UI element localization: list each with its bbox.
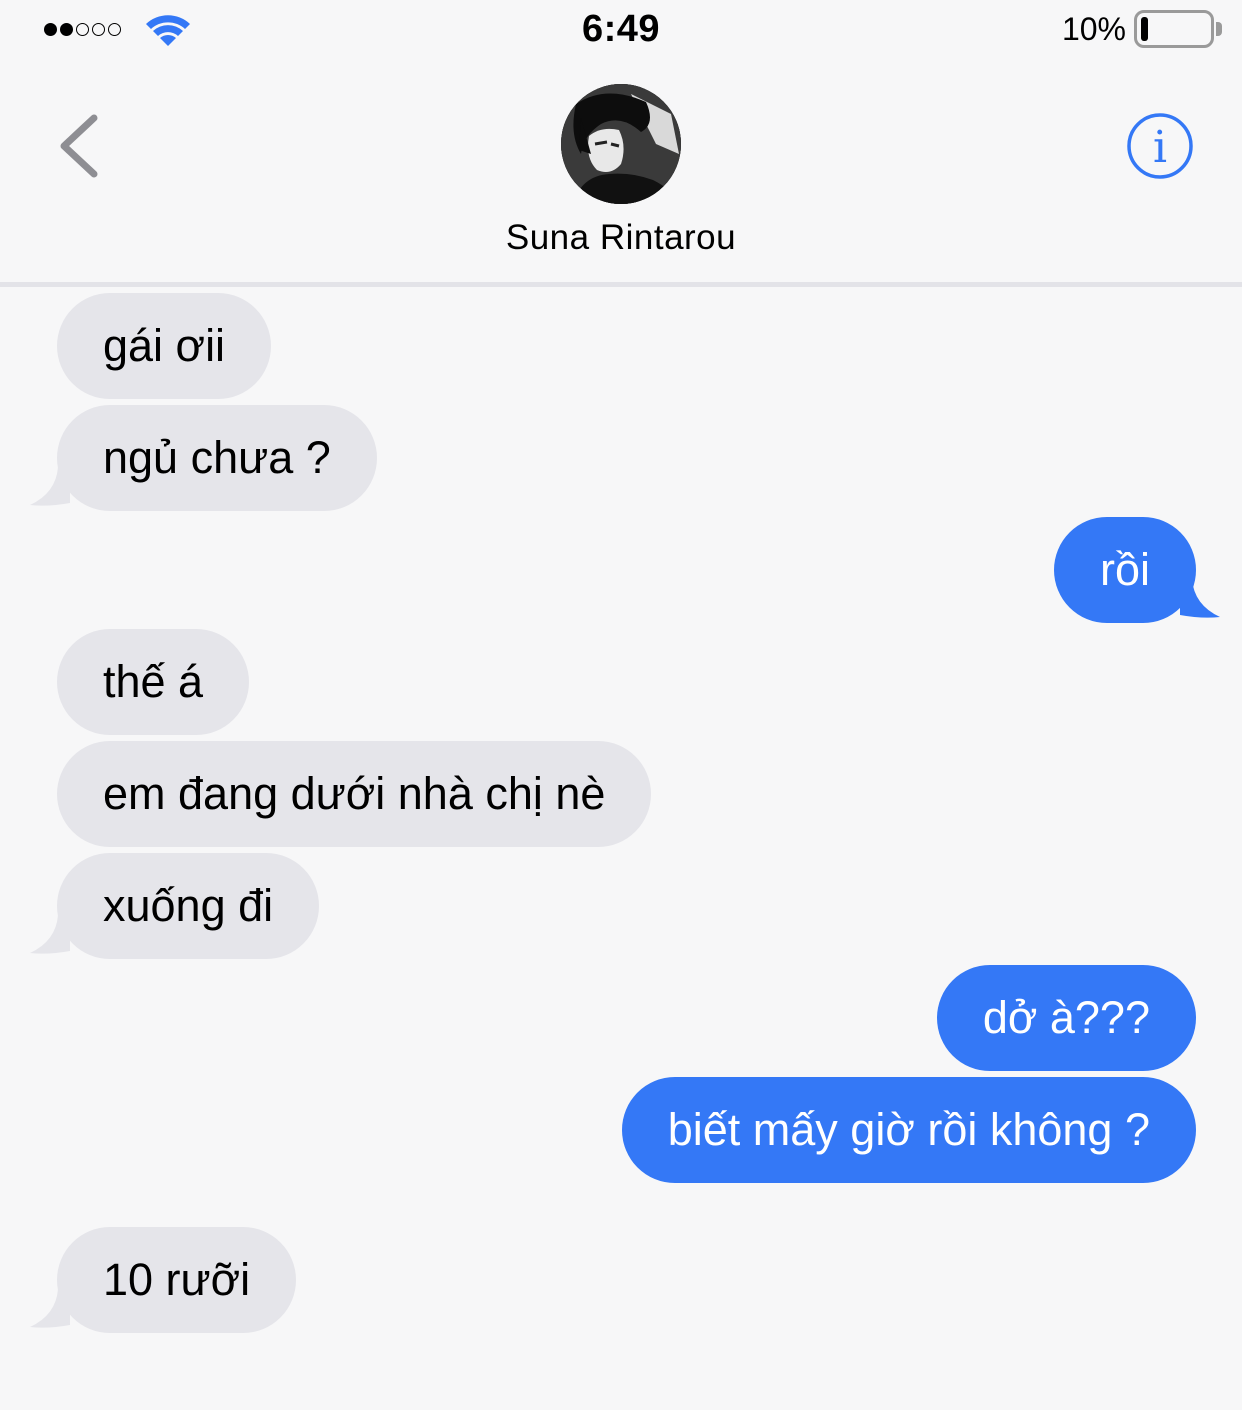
message-text: 10 rưỡi	[103, 1254, 251, 1305]
avatar-portrait-image	[561, 84, 681, 204]
outgoing-bubble-tail	[1180, 579, 1220, 618]
message-thread[interactable]: gái ơii ngủ chưa ? rồi thế á em đang dướ…	[0, 287, 1242, 1410]
incoming-message-bubble[interactable]: 10 rưỡi	[57, 1227, 297, 1333]
contact-name[interactable]: Suna Rintarou	[0, 218, 1242, 258]
outgoing-message-bubble[interactable]: biết mấy giờ rồi không ?	[621, 1077, 1196, 1183]
status-bar: 6:49 10%	[0, 0, 1242, 62]
battery-level	[1141, 17, 1148, 41]
status-time: 6:49	[581, 8, 661, 50]
incoming-bubble-tail	[30, 1289, 70, 1328]
message-text: xuống đi	[103, 880, 274, 931]
message-text: thế á	[103, 656, 204, 707]
outgoing-message-bubble[interactable]: dở à???	[936, 965, 1196, 1071]
incoming-message-bubble[interactable]: em đang dưới nhà chị nè	[57, 741, 652, 847]
message-text: ngủ chưa ?	[103, 432, 331, 483]
incoming-message-bubble[interactable]: gái ơii	[57, 293, 272, 399]
battery-icon	[1134, 10, 1214, 48]
incoming-bubble-tail	[30, 467, 70, 506]
info-icon[interactable]: i	[1126, 112, 1194, 180]
message-text: gái ơii	[103, 320, 226, 371]
outgoing-message-bubble[interactable]: rồi	[1053, 517, 1196, 623]
battery-percentage: 10%	[1061, 11, 1126, 47]
conversation-header: Suna Rintarou i	[0, 62, 1242, 284]
chevron-left-icon[interactable]	[52, 110, 108, 182]
incoming-bubble-tail	[30, 915, 70, 954]
battery-tip	[1216, 22, 1222, 36]
message-text: em đang dưới nhà chị nè	[103, 768, 606, 819]
svg-text:i: i	[1153, 122, 1167, 173]
contact-avatar[interactable]	[561, 84, 681, 204]
incoming-message-bubble[interactable]: thế á	[57, 629, 250, 735]
message-text: biết mấy giờ rồi không ?	[667, 1104, 1150, 1155]
incoming-message-bubble[interactable]: ngủ chưa ?	[57, 405, 377, 511]
incoming-message-bubble[interactable]: xuống đi	[57, 853, 320, 959]
message-text: rồi	[1099, 544, 1150, 595]
message-text: dở à???	[982, 992, 1150, 1043]
